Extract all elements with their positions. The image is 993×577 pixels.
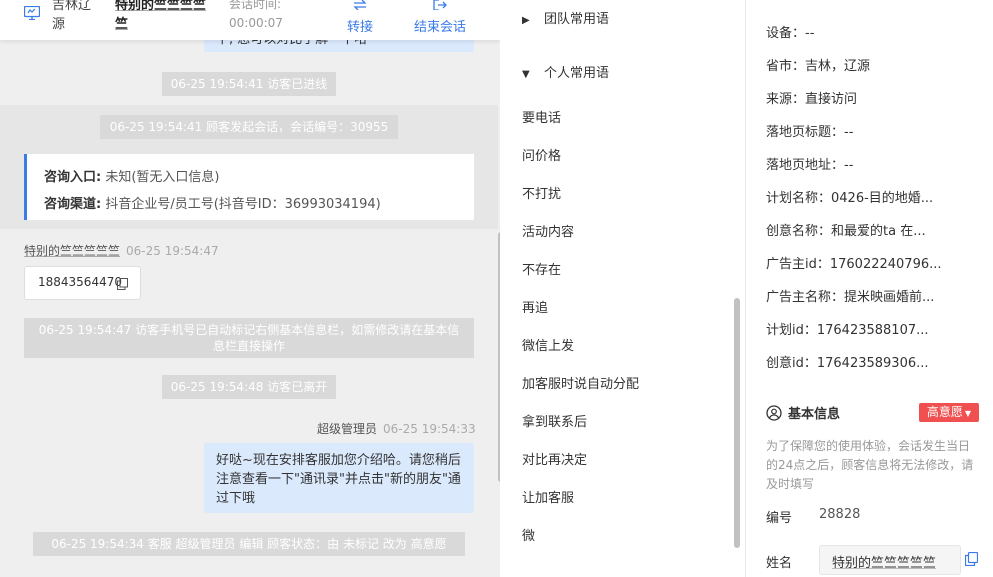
phrase-item[interactable]: 让加客服 bbox=[522, 487, 574, 506]
detail-province: 省市：吉林，辽源 bbox=[766, 59, 871, 74]
phrase-item[interactable]: 微 bbox=[522, 525, 535, 544]
detail-device: 设备：-- bbox=[766, 26, 815, 41]
phrase-item[interactable]: 不打扰 bbox=[522, 183, 561, 202]
chat-panel: 吉林辽源 特别的竺竺竺竺竺 会话时间: 00:00:07 转接 结束会话 下, … bbox=[0, 0, 500, 577]
number-label: 编号 bbox=[766, 511, 793, 526]
copy-icon[interactable] bbox=[117, 278, 128, 290]
agent-sender-name: 超级管理员 bbox=[317, 422, 378, 436]
phone-number: 18843564470 bbox=[38, 275, 122, 289]
detail-advertiser-id: 广告主id：176022240796... bbox=[766, 257, 942, 272]
detail-landing-title: 落地页标题：-- bbox=[766, 125, 854, 140]
session-time: 00:00:07 bbox=[229, 16, 283, 30]
end-session-button[interactable]: 结束会话 bbox=[408, 0, 472, 35]
exit-icon bbox=[433, 0, 447, 10]
transfer-button[interactable]: 转接 bbox=[340, 0, 380, 35]
monitor-icon bbox=[24, 6, 40, 20]
visitor-sender: 特别的竺竺竺竺竺 06-25 19:54:47 bbox=[24, 242, 219, 259]
caret-down-icon: ▼ bbox=[522, 69, 530, 80]
phrase-item[interactable]: 不存在 bbox=[522, 259, 561, 278]
visitor-message-time: 06-25 19:54:47 bbox=[126, 244, 219, 258]
phrase-item[interactable]: 问价格 bbox=[522, 145, 561, 164]
visitor-details-panel: 设备：-- 省市：吉林，辽源 来源：直接访问 落地页标题：-- 落地页地址：--… bbox=[745, 0, 993, 577]
visitor-sender-name: 特别的竺竺竺竺竺 bbox=[24, 244, 121, 258]
number-value: 28828 bbox=[819, 507, 861, 522]
consult-info-card: 咨询入口: 未知(暂无入口信息) 咨询渠道: 抖音企业号/员工号(抖音号ID：3… bbox=[24, 154, 474, 220]
detail-creative-name: 创意名称：和最爱的ta 在... bbox=[766, 224, 926, 239]
chat-scrollbar[interactable] bbox=[498, 232, 500, 482]
personal-phrases-group[interactable]: ▼ 个人常用语 bbox=[522, 62, 609, 81]
phone-message: 18843564470 bbox=[24, 266, 141, 300]
caret-right-icon: ▶ bbox=[522, 15, 530, 26]
phrase-item[interactable]: 加客服时说自动分配 bbox=[522, 373, 639, 392]
system-message: 06-25 19:54:41 访客已进线 bbox=[162, 72, 336, 96]
agent-message-time: 06-25 19:54:33 bbox=[383, 422, 476, 436]
agent-sender: 超级管理员 06-25 19:54:33 bbox=[317, 420, 476, 437]
agent-message-text: 好哒~现在安排客服加您介绍哈。请您稍后注意查看一下"通讯录"并点击"新的朋友"通… bbox=[216, 453, 461, 506]
detail-advertiser-name: 广告主名称：提米映画婚前... bbox=[766, 290, 935, 305]
chat-header: 吉林辽源 特别的竺竺竺竺竺 会话时间: 00:00:07 转接 结束会话 bbox=[0, 0, 500, 40]
system-message: 06-25 19:54:41 顾客发起会话，会话编号：30955 bbox=[100, 115, 398, 139]
consult-entry-value: 未知(暂无入口信息) bbox=[105, 170, 220, 185]
consult-entry-label: 咨询入口: bbox=[44, 170, 102, 185]
team-phrases-label: 团队常用语 bbox=[544, 12, 610, 27]
quick-phrases-panel: ▶ 团队常用语 ▼ 个人常用语 要电话 问价格 不打扰 活动内容 不存在 再追 微信… bbox=[505, 0, 743, 577]
name-field[interactable]: 特别的竺竺竺竺竺 bbox=[819, 545, 961, 575]
phrase-item[interactable]: 活动内容 bbox=[522, 221, 574, 240]
intent-status-dropdown[interactable]: 高意愿 ▼ bbox=[919, 403, 979, 422]
end-session-label: 结束会话 bbox=[413, 20, 466, 35]
detail-landing-url: 落地页地址：-- bbox=[766, 158, 854, 173]
detail-creative-id: 创意id：176423589306... bbox=[766, 356, 929, 371]
phrase-item[interactable]: 要电话 bbox=[522, 107, 561, 126]
system-message: 06-25 19:54:34 客服 超级管理员 编辑 顾客状态：由 未标记 改为… bbox=[33, 532, 465, 556]
consult-channel-value: 抖音企业号/员工号(抖音号ID：36993034194) bbox=[105, 197, 381, 212]
phrase-item[interactable]: 对比再决定 bbox=[522, 449, 587, 468]
edit-notice: 为了保障您的使用体验，会话发生当日的24点之后，顾客信息将无法修改，请及时填写 bbox=[766, 439, 974, 491]
transfer-label: 转接 bbox=[346, 20, 373, 35]
phrase-item[interactable]: 微信上发 bbox=[522, 335, 574, 354]
basic-info-title: 基本信息 bbox=[766, 403, 840, 422]
phrase-item[interactable]: 拿到联系后 bbox=[522, 411, 587, 430]
consult-channel-label: 咨询渠道: bbox=[44, 197, 102, 212]
detail-plan-name: 计划名称：0426-目的地婚... bbox=[766, 191, 934, 206]
transfer-icon bbox=[353, 0, 367, 10]
detail-plan-id: 计划id：176423588107... bbox=[766, 323, 929, 338]
detail-source: 来源：直接访问 bbox=[766, 92, 858, 107]
system-message: 06-25 19:54:48 访客已离开 bbox=[162, 375, 336, 399]
name-label: 姓名 bbox=[766, 556, 793, 571]
visitor-location: 吉林辽源 bbox=[52, 0, 92, 32]
intent-status-label: 高意愿 bbox=[926, 405, 963, 419]
caret-down-icon: ▼ bbox=[964, 409, 972, 418]
session-time-label: 会话时间: bbox=[229, 0, 282, 11]
user-icon bbox=[766, 405, 782, 421]
agent-message-bubble: 好哒~现在安排客服加您介绍哈。请您稍后注意查看一下"通讯录"并点击"新的朋友"通… bbox=[204, 443, 474, 513]
phrases-scrollbar[interactable] bbox=[734, 298, 740, 548]
system-message: 06-25 19:54:47 访客手机号已自动标记右侧基本信息栏，如需修改请在基… bbox=[24, 318, 474, 358]
visitor-name: 特别的竺竺竺竺竺 bbox=[115, 0, 207, 32]
team-phrases-group[interactable]: ▶ 团队常用语 bbox=[522, 8, 609, 27]
personal-phrases-label: 个人常用语 bbox=[544, 66, 610, 81]
basic-info-label: 基本信息 bbox=[788, 407, 841, 422]
phrase-item[interactable]: 再追 bbox=[522, 297, 548, 316]
copy-icon[interactable] bbox=[965, 552, 978, 566]
